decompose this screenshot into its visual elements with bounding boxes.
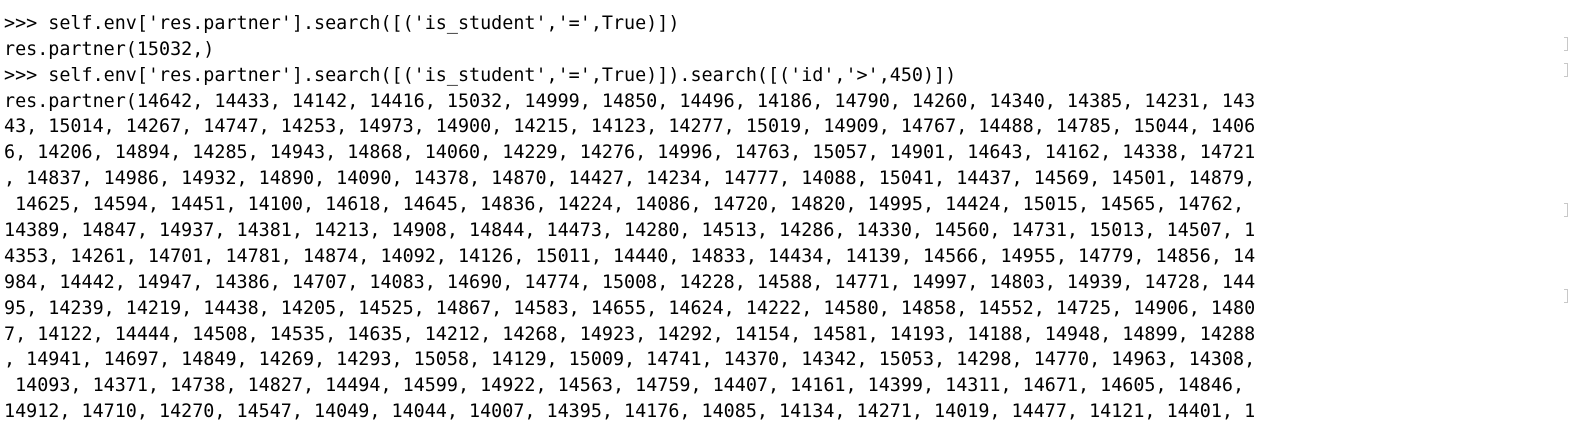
terminal-line: 4353, 14261, 14701, 14781, 14874, 14092,… [4,245,1256,267]
terminal-line: >>> self.env['res.partner'].search([('is… [4,64,957,86]
terminal-line: 43, 15014, 14267, 14747, 14253, 14973, 1… [4,116,1256,138]
terminal-line: 14389, 14847, 14937, 14381, 14213, 14908… [4,220,1256,242]
terminal-line: , 14941, 14697, 14849, 14269, 14293, 150… [4,349,1256,371]
terminal-line: 14912, 14710, 14270, 14547, 14049, 14044… [4,401,1256,423]
terminal-line: res.partner(15032,) [4,38,215,60]
terminal-line: , 14837, 14986, 14932, 14890, 14090, 143… [4,168,1256,190]
terminal-output: >>> self.env['res.partner'].search([('is… [4,0,1566,425]
wrap-marker-icon [1564,203,1568,217]
terminal-line: 14093, 14371, 14738, 14827, 14494, 14599… [4,375,1245,397]
terminal-line: 984, 14442, 14947, 14386, 14707, 14083, … [4,271,1256,293]
terminal-line: 6, 14206, 14894, 14285, 14943, 14868, 14… [4,142,1256,164]
wrap-marker-icon [1564,63,1568,77]
terminal-line: res.partner(14642, 14433, 14142, 14416, … [4,90,1256,112]
terminal-line: 95, 14239, 14219, 14438, 14205, 14525, 1… [4,297,1256,319]
terminal-line: 14625, 14594, 14451, 14100, 14618, 14645… [4,194,1245,216]
terminal-line: >>> self.env['res.partner'].search([('is… [4,12,680,34]
wrap-marker-icon [1564,289,1568,303]
line-wrap-markers [1552,0,1592,432]
terminal-window[interactable]: >>> self.env['res.partner'].search([('is… [0,0,1592,432]
terminal-line: 7, 14122, 14444, 14508, 14535, 14635, 14… [4,323,1256,345]
wrap-marker-icon [1564,37,1568,51]
